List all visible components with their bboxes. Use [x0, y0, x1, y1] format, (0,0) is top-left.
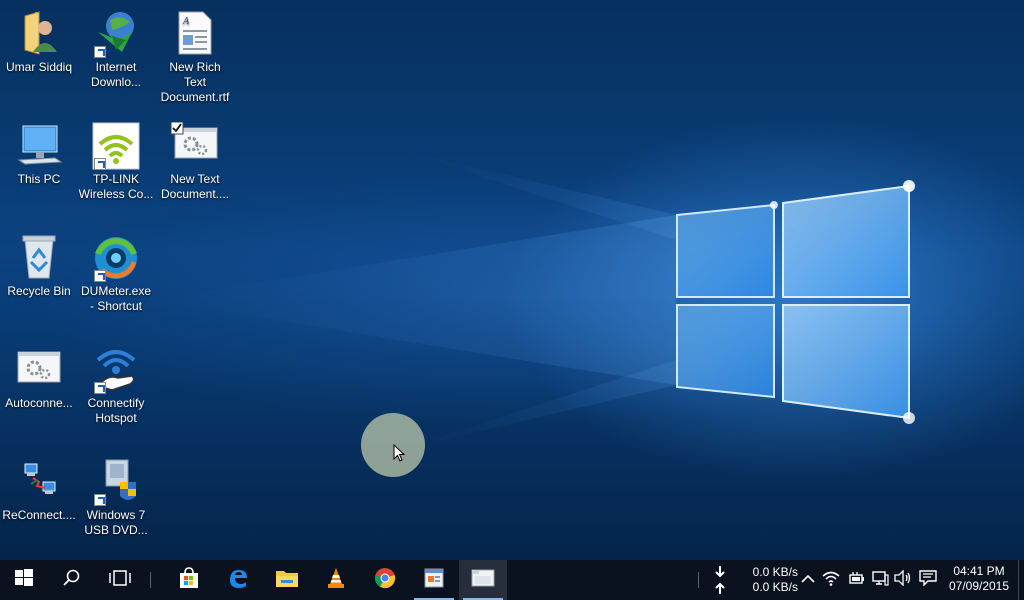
windows-start-icon: [15, 568, 33, 592]
edge-icon: [227, 567, 249, 594]
network-computers-icon: [15, 458, 63, 506]
upload-speed: 0.0 KB/s: [752, 580, 798, 594]
taskbar-separator: [150, 572, 151, 588]
desktop-icon-this-pc[interactable]: This PC: [1, 122, 77, 187]
desktop-icon-recycle-bin[interactable]: Recycle Bin: [1, 234, 77, 299]
svg-text:A: A: [182, 16, 190, 27]
notification-icon: [919, 569, 937, 591]
desktop-icon-label: ReConnect....: [2, 508, 76, 522]
recycle-bin-icon: [15, 234, 63, 282]
desktop-icon-label: Internet Downlo...: [90, 60, 142, 89]
desktop-icon-label: Connectify Hotspot: [87, 396, 145, 425]
wifi-tray-button[interactable]: [821, 570, 841, 590]
desktop-icon-label: This PC: [17, 172, 61, 186]
tp-link-wifi-icon: [92, 122, 140, 170]
clock-time: 04:41 PM: [953, 564, 1005, 578]
desktop-icon-label: Recycle Bin: [7, 284, 71, 298]
desktop-icon-label: TP-LINK Wireless Co...: [78, 172, 154, 201]
store-icon: [178, 566, 200, 594]
desktop-icon-reconnect[interactable]: ReConnect....: [1, 458, 77, 523]
desktop-icon-windows-7-usb-dvd[interactable]: Windows 7 USB DVD...: [78, 458, 154, 538]
screen-recorder-icon: [471, 567, 495, 594]
folder-icon: [275, 568, 299, 593]
task-view-icon: [109, 569, 131, 591]
network-speed-meter[interactable]: 0.0 KB/s 0.0 KB/s: [712, 564, 798, 596]
desktop-icon-internet-download-manager[interactable]: Internet Downlo...: [78, 10, 154, 90]
speaker-icon: [894, 568, 912, 591]
network-tray-button[interactable]: [870, 570, 890, 590]
desktop-icon-label: Umar Siddiq: [5, 60, 73, 74]
desktop-icon-tp-link[interactable]: TP-LINK Wireless Co...: [78, 122, 154, 202]
download-speed: 0.0 KB/s: [752, 565, 798, 579]
desktop-icon-autoconnect[interactable]: Autoconne...: [1, 346, 77, 411]
screen-recorder-button[interactable]: [459, 560, 507, 600]
desktop-icon-label: New Text Document....: [160, 172, 230, 201]
file-explorer-button[interactable]: [263, 560, 311, 600]
show-desktop-button[interactable]: [1018, 560, 1024, 600]
desktop-icon-umar-siddiq[interactable]: Umar Siddiq: [1, 10, 77, 75]
wifi-icon: [822, 570, 840, 591]
store-button[interactable]: [165, 560, 213, 600]
settings-file-icon: [15, 346, 63, 394]
desktop-icon-label: Windows 7 USB DVD...: [84, 508, 148, 537]
app-window-icon: [423, 567, 445, 594]
network-icon: [871, 570, 889, 591]
search-button[interactable]: [48, 560, 96, 600]
chrome-icon: [374, 567, 396, 594]
shortcut-arrow-icon: [94, 46, 106, 58]
app-window-button[interactable]: [410, 560, 458, 600]
windows-usb-dvd-tool-icon: [92, 458, 140, 506]
shortcut-arrow-icon: [94, 494, 106, 506]
taskbar: 0.0 KB/s 0.0 KB/s 04:41 PM 07/09/2015: [0, 560, 1024, 600]
user-folder-icon: [15, 10, 63, 58]
battery-tray-button[interactable]: [846, 570, 866, 590]
desktop-icon-new-text-document[interactable]: New Text Document....: [157, 122, 233, 202]
battery-plugged-icon: [847, 571, 865, 590]
clock-date: 07/09/2015: [948, 579, 1010, 593]
desktop-icon-new-rich-text-document[interactable]: A New Rich Text Document.rtf: [157, 10, 233, 105]
shortcut-arrow-icon: [94, 158, 106, 170]
download-upload-arrows-icon: [712, 564, 728, 596]
volume-tray-button[interactable]: [893, 568, 913, 591]
rich-text-document-icon: A: [171, 10, 219, 58]
desktop-icon-label: New Rich Text Document.rtf: [160, 60, 230, 104]
vlc-button[interactable]: [312, 560, 360, 600]
taskbar-clock[interactable]: 04:41 PM 07/09/2015: [944, 564, 1014, 594]
shortcut-arrow-icon: [94, 382, 106, 394]
task-view-button[interactable]: [96, 560, 144, 600]
shortcut-arrow-icon: [94, 270, 106, 282]
computer-icon: [15, 122, 63, 170]
taskbar-separator: [698, 572, 699, 588]
internet-download-manager-icon: [92, 10, 140, 58]
chevron-up-icon: [801, 571, 815, 589]
desktop-icon-connectify-hotspot[interactable]: Connectify Hotspot: [78, 346, 154, 426]
desktop-icon-label: Autoconne...: [5, 396, 73, 410]
dumeter-icon: [92, 234, 140, 282]
mouse-pointer-icon: [393, 443, 406, 467]
settings-file-icon: [171, 122, 219, 170]
desktop-icon-label: DUMeter.exe - Shortcut: [80, 284, 152, 313]
show-hidden-icons-button[interactable]: [798, 570, 818, 590]
desktop-icon-dumeter[interactable]: DUMeter.exe - Shortcut: [78, 234, 154, 314]
chrome-button[interactable]: [361, 560, 409, 600]
search-icon: [63, 569, 81, 592]
vlc-icon: [325, 567, 347, 594]
action-center-button[interactable]: [918, 569, 938, 591]
connectify-hotspot-icon: [92, 346, 140, 394]
edge-button[interactable]: [214, 560, 262, 600]
start-button[interactable]: [0, 560, 48, 600]
